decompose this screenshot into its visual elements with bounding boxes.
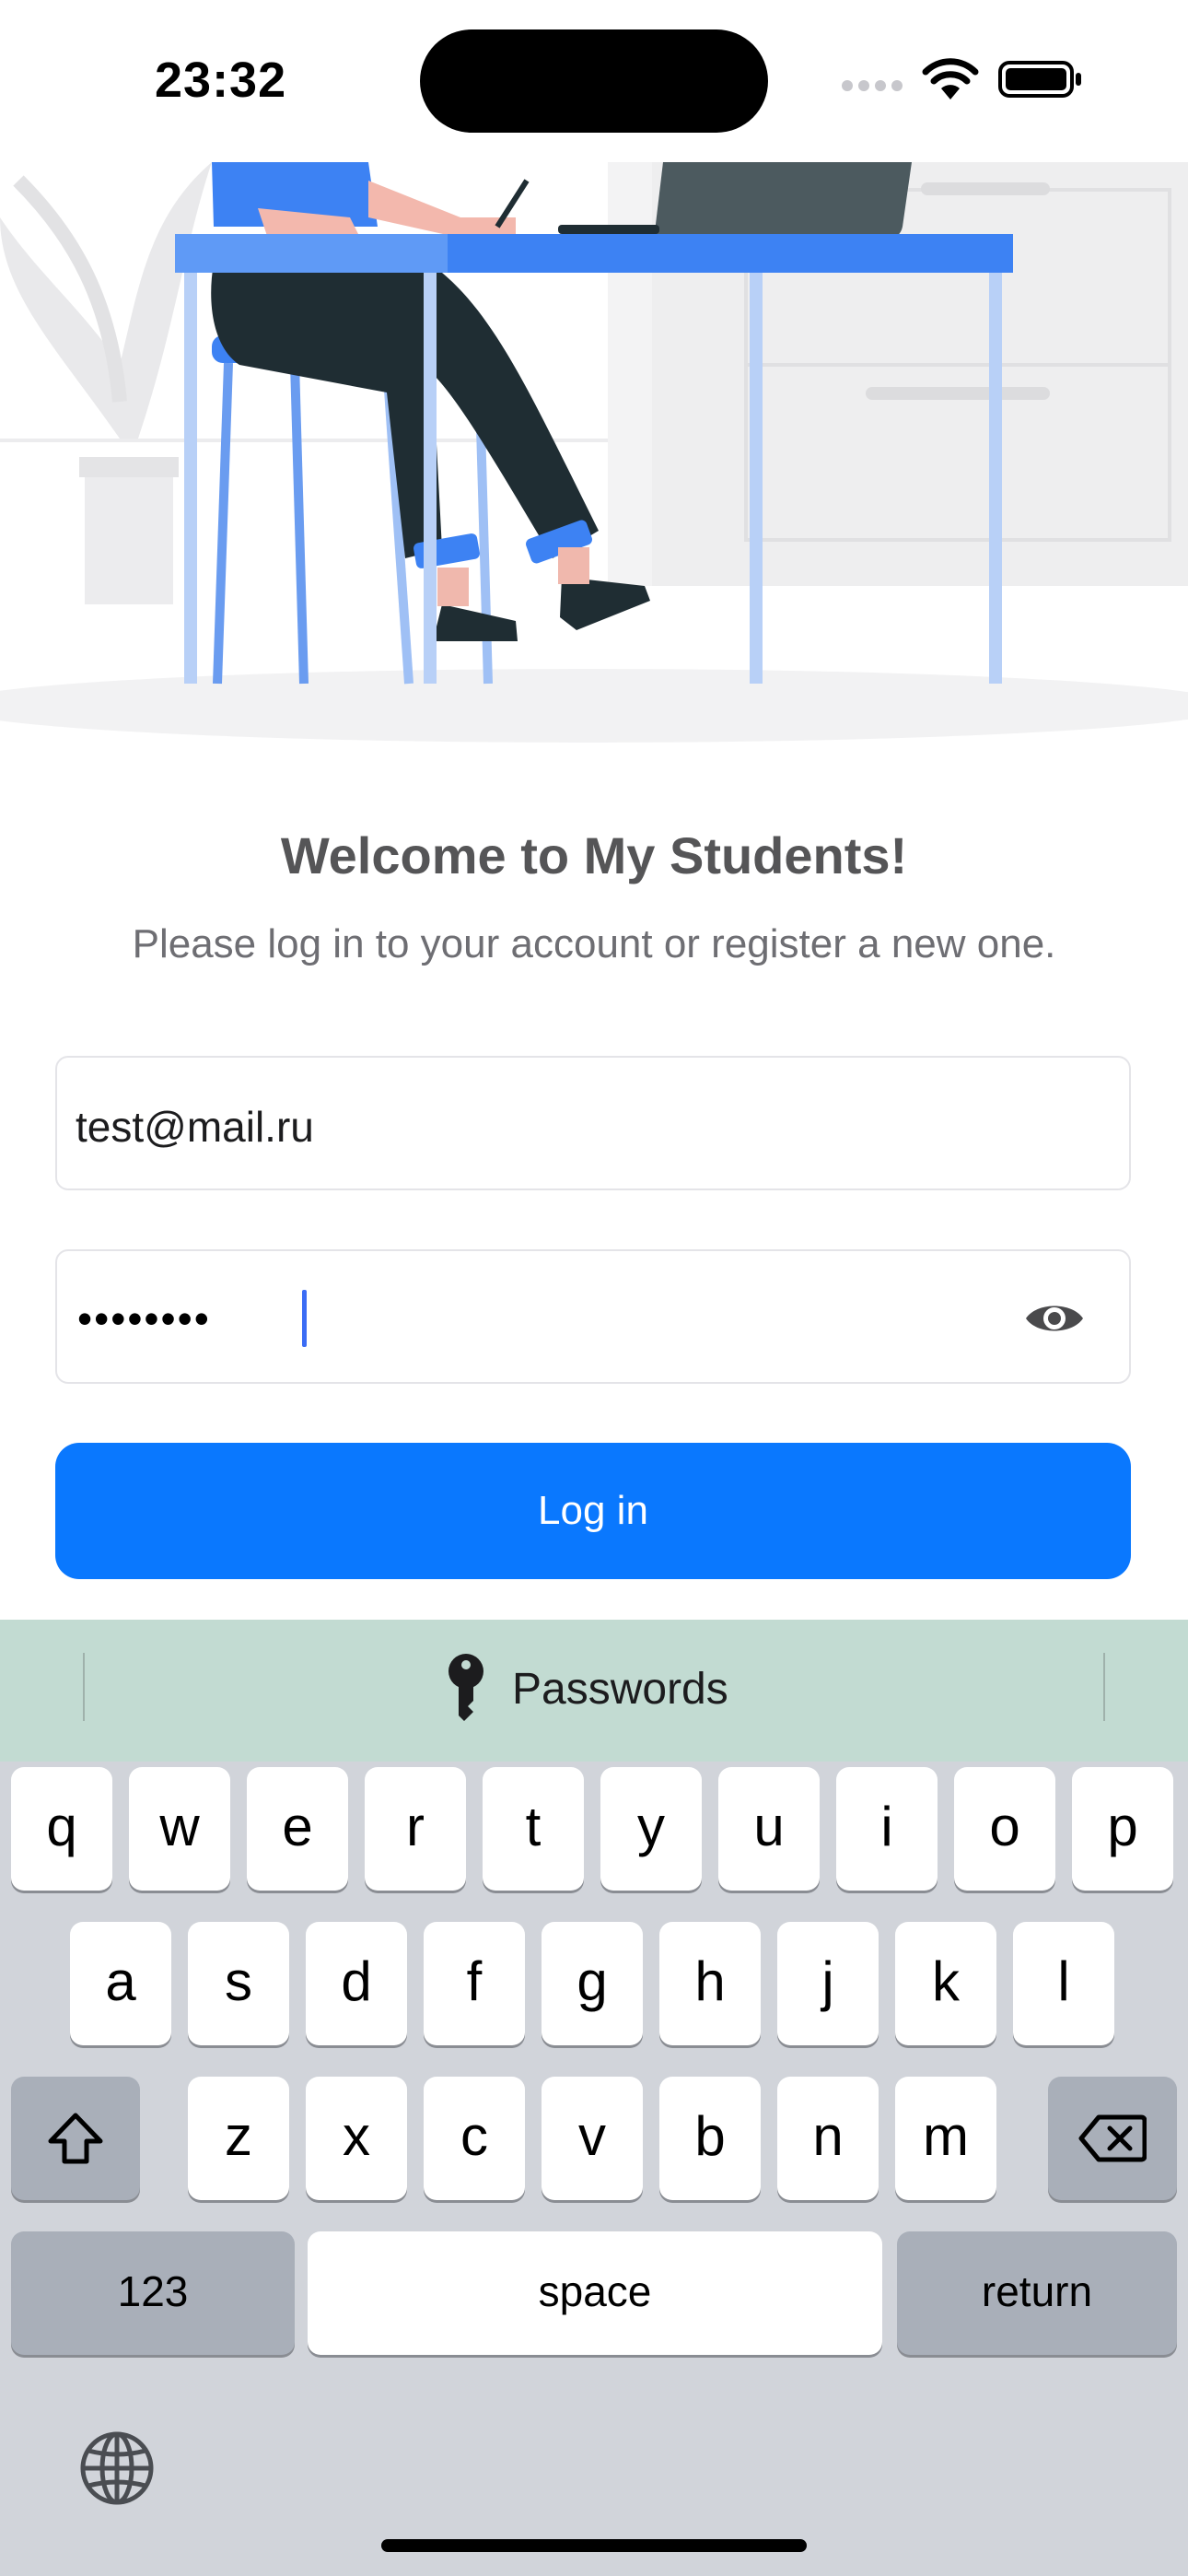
numbers-key[interactable]: 123	[11, 2231, 295, 2355]
key-f[interactable]: f	[424, 1922, 525, 2045]
passwords-suggestion: Passwords	[512, 1665, 728, 1714]
status-time: 23:32	[155, 53, 287, 108]
password-suggestion-bar[interactable]: Passwords	[0, 1620, 1188, 1762]
welcome-title: Welcome to My Students!	[280, 826, 908, 884]
key-q[interactable]: q	[11, 1767, 112, 1891]
keyboard: Passwords q w e r t y u i o p a s d f g …	[0, 1620, 1188, 2576]
login-button[interactable]: Log in	[55, 1443, 1131, 1579]
space-key[interactable]: space	[308, 2231, 882, 2355]
key-o[interactable]: o	[954, 1767, 1055, 1891]
key-c[interactable]: c	[424, 2077, 525, 2200]
key-b[interactable]: b	[659, 2077, 761, 2200]
key-z[interactable]: z	[188, 2077, 289, 2200]
key-e[interactable]: e	[247, 1767, 348, 1891]
hero-illustration	[0, 162, 1188, 752]
key-p[interactable]: p	[1072, 1767, 1173, 1891]
key-x[interactable]: x	[306, 2077, 407, 2200]
shift-key[interactable]	[11, 2077, 140, 2200]
key-d[interactable]: d	[306, 1922, 407, 2045]
key-u[interactable]: u	[718, 1767, 820, 1891]
email-field[interactable]: test@mail.ru	[55, 1056, 1131, 1190]
key-k[interactable]: k	[895, 1922, 996, 2045]
suggestion-divider	[83, 1653, 85, 1721]
key-s[interactable]: s	[188, 1922, 289, 2045]
password-mask: ••••••••	[77, 1294, 211, 1342]
key-j[interactable]: j	[777, 1922, 879, 2045]
key-n[interactable]: n	[777, 2077, 879, 2200]
suggestion-divider	[1103, 1653, 1105, 1721]
welcome-subtitle: Please log in to your account or registe…	[132, 921, 1056, 966]
shift-icon	[48, 2113, 103, 2164]
password-field[interactable]: ••••••••	[55, 1249, 1131, 1384]
key-w[interactable]: w	[129, 1767, 230, 1891]
key-icon	[448, 1654, 483, 1721]
delete-icon	[1078, 2114, 1147, 2162]
text-cursor	[302, 1290, 307, 1347]
key-a[interactable]: a	[70, 1922, 171, 2045]
status-bar: 23:32	[0, 0, 1188, 162]
key-m[interactable]: m	[895, 2077, 996, 2200]
key-i[interactable]: i	[836, 1767, 938, 1891]
key-g[interactable]: g	[542, 1922, 643, 2045]
key-r[interactable]: r	[365, 1767, 466, 1891]
email-value: test@mail.ru	[76, 1103, 314, 1151]
battery-icon	[998, 61, 1081, 98]
globe-icon[interactable]	[79, 2430, 155, 2506]
dynamic-island	[420, 29, 768, 133]
cellular-signal-icon	[842, 79, 908, 96]
key-v[interactable]: v	[542, 2077, 643, 2200]
key-t[interactable]: t	[483, 1767, 584, 1891]
wifi-icon	[922, 58, 979, 100]
return-key[interactable]: return	[897, 2231, 1177, 2355]
key-y[interactable]: y	[600, 1767, 702, 1891]
key-h[interactable]: h	[659, 1922, 761, 2045]
key-l[interactable]: l	[1013, 1922, 1114, 2045]
eye-icon[interactable]	[1024, 1297, 1085, 1340]
delete-key[interactable]	[1048, 2077, 1177, 2200]
home-indicator[interactable]	[381, 2539, 807, 2552]
